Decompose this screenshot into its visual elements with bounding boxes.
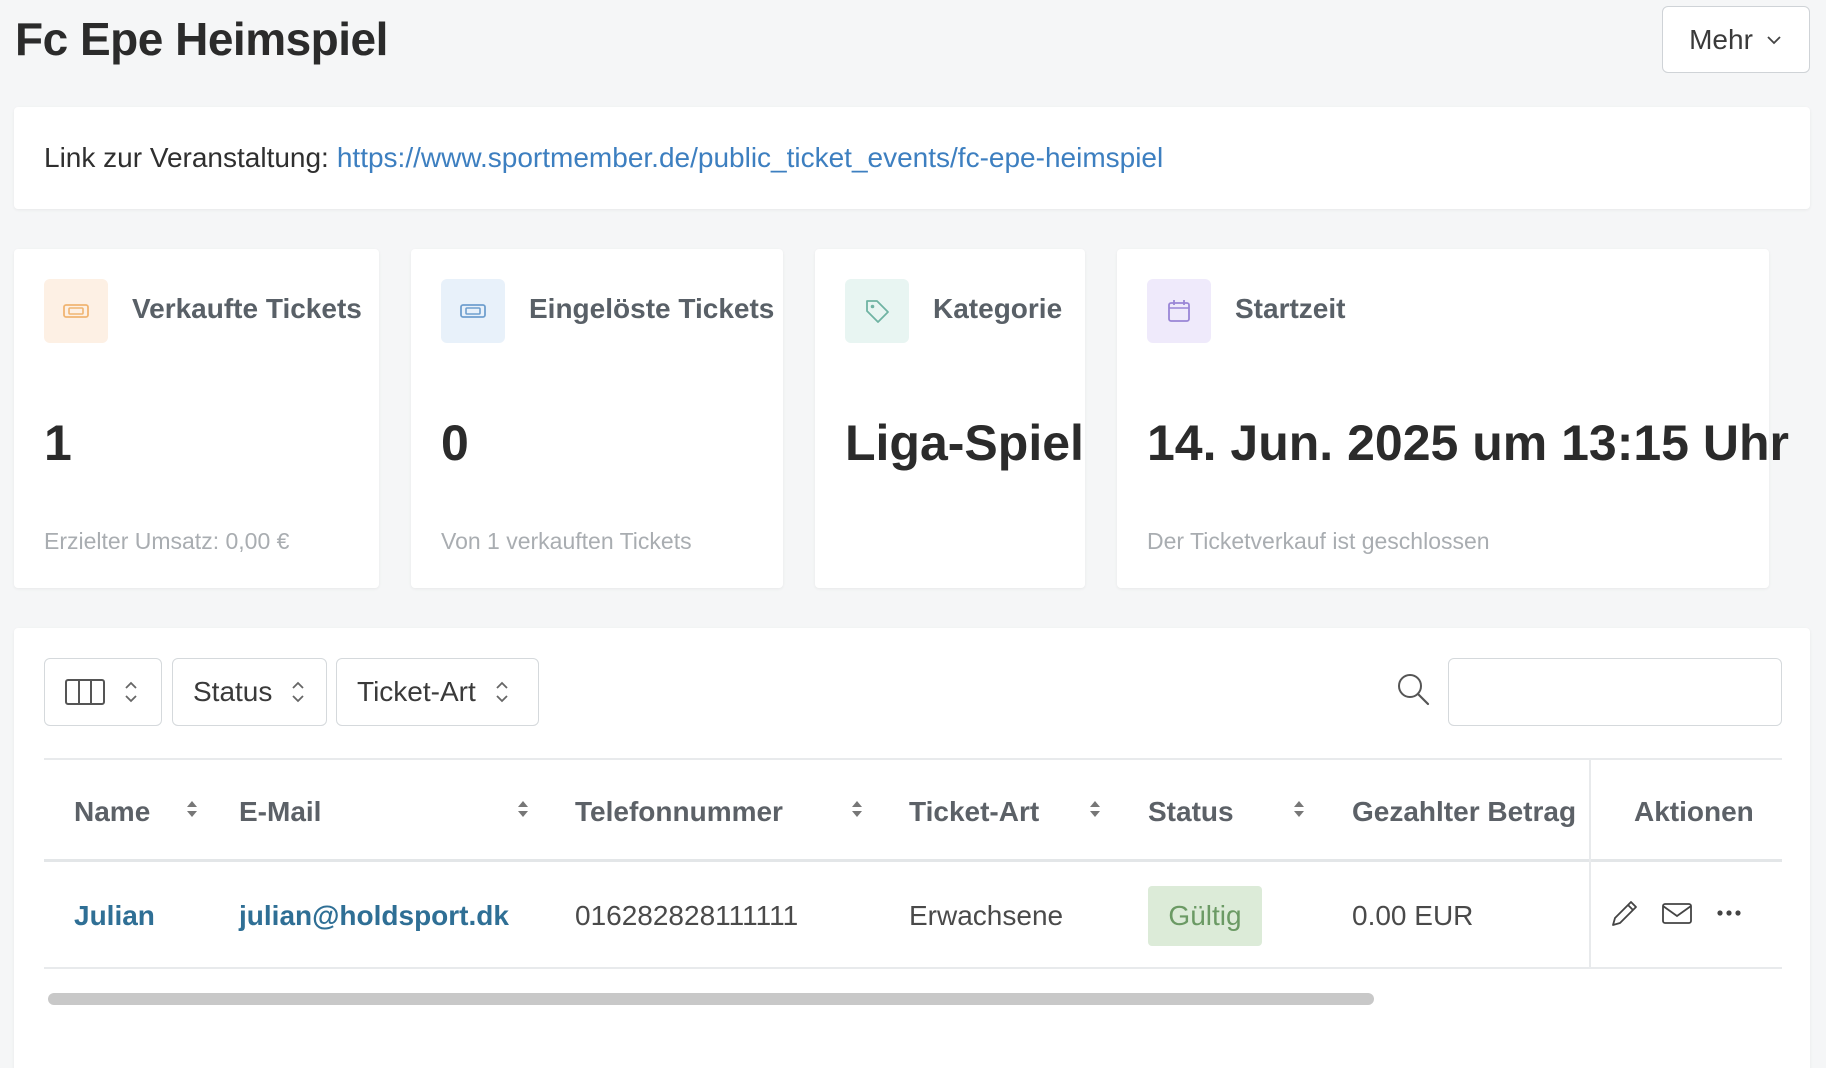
ticket-icon xyxy=(44,279,108,343)
event-link-label: Link zur Veranstaltung: xyxy=(44,142,329,173)
column-header-ticket-type[interactable]: Ticket-Art xyxy=(909,796,1039,828)
search-input[interactable] xyxy=(1448,658,1782,726)
stat-value: 0 xyxy=(441,415,469,471)
calendar-icon xyxy=(1147,279,1211,343)
event-link[interactable]: https://www.sportmember.de/public_ticket… xyxy=(337,142,1163,174)
stat-subtext: Erzielter Umsatz: 0,00 € xyxy=(44,528,290,554)
stat-value: 1 xyxy=(44,415,72,471)
status-filter-label: Status xyxy=(193,676,273,707)
row-ticket-type: Erwachsene xyxy=(909,900,1064,931)
stat-label: Verkaufte Tickets xyxy=(132,293,362,324)
columns-icon xyxy=(65,679,105,705)
ticket-icon xyxy=(441,279,505,343)
more-options-icon[interactable] xyxy=(1712,896,1746,930)
envelope-icon[interactable] xyxy=(1660,896,1694,930)
up-down-chevron-icon xyxy=(290,679,306,705)
sort-icon[interactable] xyxy=(850,798,864,820)
stat-label: Kategorie xyxy=(933,293,1063,324)
column-header-amount[interactable]: Gezahlter Betrag xyxy=(1352,796,1576,828)
more-button[interactable]: Mehr xyxy=(1662,6,1810,73)
sort-icon[interactable] xyxy=(1088,798,1102,820)
row-amount: 0.00 EUR xyxy=(1352,900,1474,931)
column-header-name[interactable]: Name xyxy=(74,796,150,828)
table-header: Name E-Mail Telefonnummer Ticket-Art Sta… xyxy=(44,758,1782,862)
column-header-phone[interactable]: Telefonnummer xyxy=(575,796,783,828)
status-filter-button[interactable]: Status xyxy=(172,658,327,726)
status-badge: Gültig xyxy=(1148,886,1262,946)
attendees-table: Name E-Mail Telefonnummer Ticket-Art Sta… xyxy=(44,758,1782,969)
search-icon[interactable] xyxy=(1394,670,1432,708)
stat-subtext: Von 1 verkauften Tickets xyxy=(441,528,692,554)
sort-icon[interactable] xyxy=(1292,798,1306,820)
sort-icon[interactable] xyxy=(185,798,199,820)
sort-icon[interactable] xyxy=(516,798,530,820)
chevron-down-icon xyxy=(1767,35,1781,44)
actions-column xyxy=(1589,758,1782,969)
up-down-chevron-icon xyxy=(494,679,510,705)
stat-card-start-time: Startzeit 14. Jun. 2025 um 13:15 Uhr Der… xyxy=(1117,249,1789,588)
stat-value: 14. Jun. 2025 um 13:15 Uhr xyxy=(1147,415,1789,471)
stat-subtext: Der Ticketverkauf ist geschlossen xyxy=(1147,528,1490,554)
attendees-table-card: Status Ticket-Art Name E-Mail Telefonnum… xyxy=(14,628,1810,1068)
more-button-label: Mehr xyxy=(1689,23,1753,55)
column-header-status[interactable]: Status xyxy=(1148,796,1234,828)
page-title: Fc Epe Heimspiel xyxy=(15,13,388,65)
tag-icon xyxy=(845,279,909,343)
stat-card-sold-tickets: Verkaufte Tickets 1 Erzielter Umsatz: 0,… xyxy=(14,249,379,588)
pencil-icon[interactable] xyxy=(1608,896,1642,930)
row-name-link[interactable]: Julian xyxy=(74,900,155,932)
table-row: Julian julian@holdsport.dk 0162828281111… xyxy=(44,862,1782,969)
column-selector-button[interactable] xyxy=(44,658,162,726)
column-header-email[interactable]: E-Mail xyxy=(239,796,321,828)
ticket-type-filter-button[interactable]: Ticket-Art xyxy=(336,658,539,726)
row-email-link[interactable]: julian@holdsport.dk xyxy=(239,900,509,932)
event-link-card: Link zur Veranstaltung: https://www.spor… xyxy=(14,107,1810,209)
ticket-type-filter-label: Ticket-Art xyxy=(357,676,476,707)
row-phone: 016282828111111 xyxy=(575,900,799,931)
up-down-chevron-icon xyxy=(123,679,139,705)
stat-label: Eingelöste Tickets xyxy=(529,293,775,324)
stat-label: Startzeit xyxy=(1235,293,1346,324)
stat-card-category: Kategorie Liga-Spiel xyxy=(815,249,1085,588)
stat-card-redeemed-tickets: Eingelöste Tickets 0 Von 1 verkauften Ti… xyxy=(411,249,783,588)
stat-value: Liga-Spiel xyxy=(845,415,1084,471)
horizontal-scrollbar[interactable] xyxy=(48,993,1374,1005)
